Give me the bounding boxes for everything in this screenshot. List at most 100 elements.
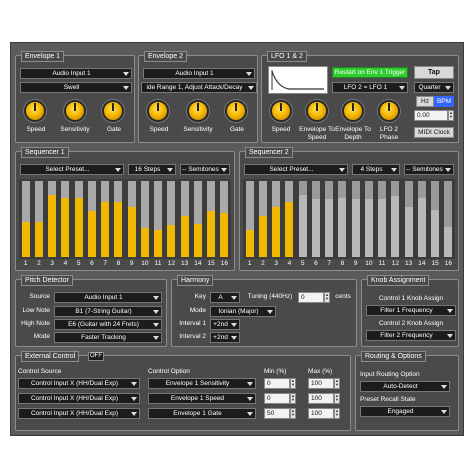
control1-knob-assign-select[interactable]: Filter 1 Frequency bbox=[366, 305, 456, 316]
sequencer2-step-2-bar[interactable] bbox=[258, 181, 267, 257]
pitch-low-note-label: Low Note bbox=[22, 307, 50, 314]
sequencer1-preset-select[interactable]: Select Preset... bbox=[20, 164, 124, 175]
lfo2-phase-knob[interactable] bbox=[378, 100, 400, 122]
sequencer2-step-7-bar[interactable] bbox=[325, 181, 334, 257]
sequencer2-step-13-bar[interactable] bbox=[404, 181, 413, 257]
sequencer1-steps-select[interactable]: 16 Steps bbox=[128, 164, 176, 175]
sequencer1-step-15-bar[interactable] bbox=[207, 181, 216, 257]
lfo-restart-button[interactable]: Restart on Env 1 Trigger bbox=[332, 67, 408, 78]
lfo-waveform-display[interactable] bbox=[268, 66, 328, 94]
envelope2-sensitivity-knob[interactable] bbox=[187, 100, 209, 122]
sequencer2-step-12-bar[interactable] bbox=[391, 181, 400, 257]
ext-row2-max-spinner[interactable]: ▲ ▼ bbox=[334, 393, 340, 404]
sequencer2-steps-select[interactable]: 4 Steps bbox=[352, 164, 400, 175]
input-routing-select[interactable]: Auto-Detect bbox=[360, 381, 450, 392]
harmony-key-select[interactable]: A bbox=[210, 292, 240, 303]
pitch-low-note-select[interactable]: B1 (7-String Guitar) bbox=[54, 306, 162, 317]
lfo-speed-knob[interactable] bbox=[270, 100, 292, 122]
harmony-interval2-select[interactable]: +2nd bbox=[210, 332, 240, 343]
sequencer2-step-3-bar[interactable] bbox=[272, 181, 281, 257]
ext-row1-min-spinner[interactable]: ▲ ▼ bbox=[290, 378, 296, 389]
ext-row2-min-input[interactable]: 0 bbox=[264, 393, 290, 404]
ext-row3-min-spinner[interactable]: ▲ ▼ bbox=[290, 408, 296, 419]
pitch-source-select[interactable]: Audio Input 1 bbox=[54, 292, 162, 303]
envelope2-mode-select[interactable]: ide Range 1, Adjust Attack/Decay bbox=[141, 82, 257, 93]
pitch-mode-select[interactable]: Faster Tracking bbox=[54, 332, 162, 343]
lfo-hz-button[interactable]: Hz bbox=[416, 96, 434, 107]
sequencer2-step-15-bar[interactable] bbox=[431, 181, 440, 257]
lfo-env-depth-knob[interactable] bbox=[342, 100, 364, 122]
harmony-tuning-input[interactable]: 0 bbox=[298, 292, 324, 303]
sequencer1-step-13-bar[interactable] bbox=[180, 181, 189, 257]
sequencer1-semitones-select[interactable]: -- Semitones bbox=[180, 164, 230, 175]
harmony-mode-select[interactable]: Ionian (Major) bbox=[210, 306, 276, 317]
ext-row2-min-spinner[interactable]: ▲ ▼ bbox=[290, 393, 296, 404]
harmony-interval1-select[interactable]: +2nd bbox=[210, 319, 240, 330]
envelope2-gate-knob[interactable] bbox=[225, 100, 247, 122]
sequencer2-step-11-bar[interactable] bbox=[378, 181, 387, 257]
sequencer2-step-5-level bbox=[298, 194, 307, 257]
sequencer2-step-6-bar[interactable] bbox=[311, 181, 320, 257]
sequencer1-step-4-bar[interactable] bbox=[61, 181, 70, 257]
sequencer2-steps-area bbox=[243, 179, 455, 259]
lfo-rate-spinner[interactable]: ▲ ▼ bbox=[448, 110, 454, 121]
envelope1-input-select[interactable]: Audio Input 1 bbox=[20, 68, 132, 79]
sequencer1-step-10-bar[interactable] bbox=[140, 181, 149, 257]
ext-row3-max-spinner[interactable]: ▲ ▼ bbox=[334, 408, 340, 419]
lfo-tap-button[interactable]: Tap bbox=[414, 66, 454, 79]
sequencer2-step-14-bar[interactable] bbox=[417, 181, 426, 257]
sequencer1-step-9-bar[interactable] bbox=[127, 181, 136, 257]
ext-row2-max-input[interactable]: 100 bbox=[308, 393, 334, 404]
sequencer1-step-5-bar[interactable] bbox=[74, 181, 83, 257]
ext-row1-source-select[interactable]: Control Input X (HH/Dual Exp) bbox=[18, 378, 140, 389]
sequencer2-preset-select[interactable]: Select Preset... bbox=[244, 164, 348, 175]
sequencer1-step-7-bar[interactable] bbox=[101, 181, 110, 257]
lfo-division-select[interactable]: Quarter bbox=[414, 82, 454, 93]
envelope2-input-select[interactable]: Audio Input 1 bbox=[143, 68, 255, 79]
control2-knob-assign-select[interactable]: Filter 2 Frequency bbox=[366, 330, 456, 341]
ext-row3-source-select[interactable]: Control Input X (HH/Dual Exp) bbox=[18, 408, 140, 419]
sequencer2-step-1-bar[interactable] bbox=[245, 181, 254, 257]
external-control-toggle[interactable]: OFF bbox=[88, 352, 104, 361]
sequencer1-step-14-bar[interactable] bbox=[193, 181, 202, 257]
sequencer1-step-6-bar[interactable] bbox=[87, 181, 96, 257]
sequencer1-step-8-bar[interactable] bbox=[114, 181, 123, 257]
sequencer2-step-10-bar[interactable] bbox=[364, 181, 373, 257]
sequencer2-semitones-select[interactable]: -- Semitones bbox=[404, 164, 454, 175]
envelope1-mode-select[interactable]: Swell bbox=[20, 82, 132, 93]
preset-recall-select[interactable]: Engaged bbox=[360, 406, 450, 417]
envelope1-sensitivity-knob[interactable] bbox=[64, 100, 86, 122]
ext-row3-min-input[interactable]: 50 bbox=[264, 408, 290, 419]
sequencer1-step-15-number: 15 bbox=[207, 260, 215, 267]
ext-row1-min-input[interactable]: 0 bbox=[264, 378, 290, 389]
ext-row2-source-select[interactable]: Control Input X (HH/Dual Exp) bbox=[18, 393, 140, 404]
envelope1-gate-knob[interactable] bbox=[102, 100, 124, 122]
sequencer1-step-2-bar[interactable] bbox=[34, 181, 43, 257]
pitch-high-note-select[interactable]: E6 (Guitar with 24 Frets) bbox=[54, 319, 162, 330]
sequencer1-step-16-bar[interactable] bbox=[220, 181, 229, 257]
sequencer2-step-5-bar[interactable] bbox=[298, 181, 307, 257]
ext-row1-option-select[interactable]: Envelope 1 Sensitivity bbox=[148, 378, 256, 389]
envelope2-speed-knob[interactable] bbox=[147, 100, 169, 122]
sequencer1-step-12-bar[interactable] bbox=[167, 181, 176, 257]
ext-row1-max-input[interactable]: 100 bbox=[308, 378, 334, 389]
sequencer2-step-9-bar[interactable] bbox=[351, 181, 360, 257]
sequencer1-step-11-bar[interactable] bbox=[154, 181, 163, 257]
sequencer2-step-4-bar[interactable] bbox=[285, 181, 294, 257]
ext-row3-max-input[interactable]: 100 bbox=[308, 408, 334, 419]
ext-row3-option-select[interactable]: Envelope 1 Gate bbox=[148, 408, 256, 419]
lfo-rate-input[interactable]: 0.00 bbox=[414, 110, 448, 121]
lfo-bpm-button[interactable]: BPM bbox=[434, 96, 454, 107]
sequencer2-step-8-bar[interactable] bbox=[338, 181, 347, 257]
envelope1-gate-label: Gate bbox=[106, 126, 122, 133]
lfo-link-select[interactable]: LFO 2 = LFO 1 bbox=[332, 82, 408, 93]
sequencer2-step-16-bar[interactable] bbox=[444, 181, 453, 257]
harmony-tuning-spinner[interactable]: ▲ ▼ bbox=[324, 292, 330, 303]
sequencer1-step-1-bar[interactable] bbox=[21, 181, 30, 257]
envelope1-speed-knob[interactable] bbox=[24, 100, 46, 122]
sequencer1-step-3-bar[interactable] bbox=[48, 181, 57, 257]
ext-row2-option-select[interactable]: Envelope 1 Speed bbox=[148, 393, 256, 404]
lfo-env-speed-knob[interactable] bbox=[306, 100, 328, 122]
lfo-midi-clock-button[interactable]: MIDI Clock bbox=[414, 127, 454, 138]
ext-row1-max-spinner[interactable]: ▲ ▼ bbox=[334, 378, 340, 389]
